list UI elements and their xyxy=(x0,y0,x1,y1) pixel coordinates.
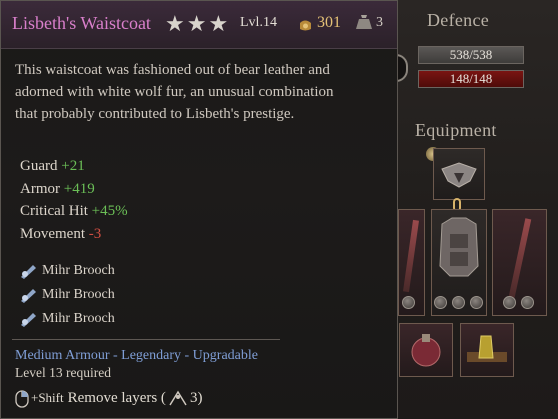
rarity-stars: ★★★ xyxy=(165,11,231,36)
enchantment-label: Mihr Brooch xyxy=(42,263,115,278)
hint-action: Remove layers ( xyxy=(67,389,166,406)
item-weight: 3 xyxy=(376,15,383,30)
stat-critical-hit: Critical Hit +45% xyxy=(20,200,128,223)
stat-value: +45% xyxy=(91,203,128,219)
socket-gem xyxy=(452,296,465,309)
enchantment-item: Mihr Brooch xyxy=(18,283,115,307)
layer-count: 3) xyxy=(189,389,203,406)
socket-gem xyxy=(402,296,415,309)
enchantment-label: Mihr Brooch xyxy=(42,311,115,326)
enchantment-list: Mihr Brooch Mihr Brooch Mihr Brooch xyxy=(18,259,115,331)
remove-layers-hint: +Shift Remove layers ( 3) xyxy=(31,389,202,407)
stat-label: Movement xyxy=(20,225,85,242)
stat-label: Guard xyxy=(20,158,58,174)
stat-armor: Armor +419 xyxy=(20,178,128,201)
stat-value: +419 xyxy=(63,180,95,197)
socket-gem xyxy=(434,296,447,309)
halberd-icon xyxy=(508,218,532,298)
stat-label: Critical Hit xyxy=(20,203,88,219)
socket-gem xyxy=(503,296,516,309)
level-requirement: Level 13 required xyxy=(15,365,111,380)
item-value: 301 xyxy=(317,14,341,31)
brooch-icon xyxy=(21,313,36,327)
enchantment-item: Mihr Brooch xyxy=(18,307,115,331)
shift-modifier: +Shift xyxy=(31,390,64,405)
enchantment-label: Mihr Brooch xyxy=(42,287,115,302)
equipment-title: Equipment xyxy=(415,120,497,140)
potion-icon xyxy=(467,335,507,362)
spear-icon xyxy=(403,219,419,293)
stat-label: Armor xyxy=(20,180,60,197)
stat-guard: Guard +21 xyxy=(20,155,128,178)
enchantment-item: Mihr Brooch xyxy=(18,259,115,283)
health-bar: 148/148 xyxy=(418,70,524,88)
stat-list: Guard +21 Armor +419 Critical Hit +45% M… xyxy=(20,155,128,245)
accessory-slot-2[interactable] xyxy=(460,323,514,377)
weight-icon xyxy=(356,15,372,29)
mouse-icon xyxy=(15,390,29,408)
stat-value: +21 xyxy=(61,158,85,174)
stat-value: -3 xyxy=(88,225,102,242)
brooch-icon xyxy=(21,265,36,279)
coin-pouch-icon xyxy=(300,20,311,31)
armor-bar: 538/538 xyxy=(418,46,524,64)
brooch-icon xyxy=(21,289,36,303)
item-level: Lvl.14 xyxy=(240,15,277,30)
accessory-slot-1[interactable] xyxy=(399,323,453,377)
tooltip-header: Lisbeth's Waistcoat ★★★ Lvl.14 301 3 xyxy=(1,1,397,49)
helmet-icon xyxy=(441,162,477,188)
item-name: Lisbeth's Waistcoat xyxy=(12,13,151,33)
pouch-icon xyxy=(411,334,441,367)
head-slot[interactable] xyxy=(433,148,485,200)
armor-chest-icon xyxy=(439,217,479,277)
divider xyxy=(12,339,280,340)
layers-icon xyxy=(169,390,187,406)
item-category: Medium Armour - Legendary - Upgradable xyxy=(15,348,258,363)
socket-gem xyxy=(470,296,483,309)
stat-movement: Movement -3 xyxy=(20,223,128,246)
defence-title: Defence xyxy=(427,10,490,30)
item-description: This waistcoat was fashioned out of bear… xyxy=(15,62,334,122)
item-tooltip: Lisbeth's Waistcoat ★★★ Lvl.14 301 3 Thi… xyxy=(0,0,398,419)
socket-gem xyxy=(521,296,534,309)
right-weapon-slot[interactable] xyxy=(492,209,547,316)
